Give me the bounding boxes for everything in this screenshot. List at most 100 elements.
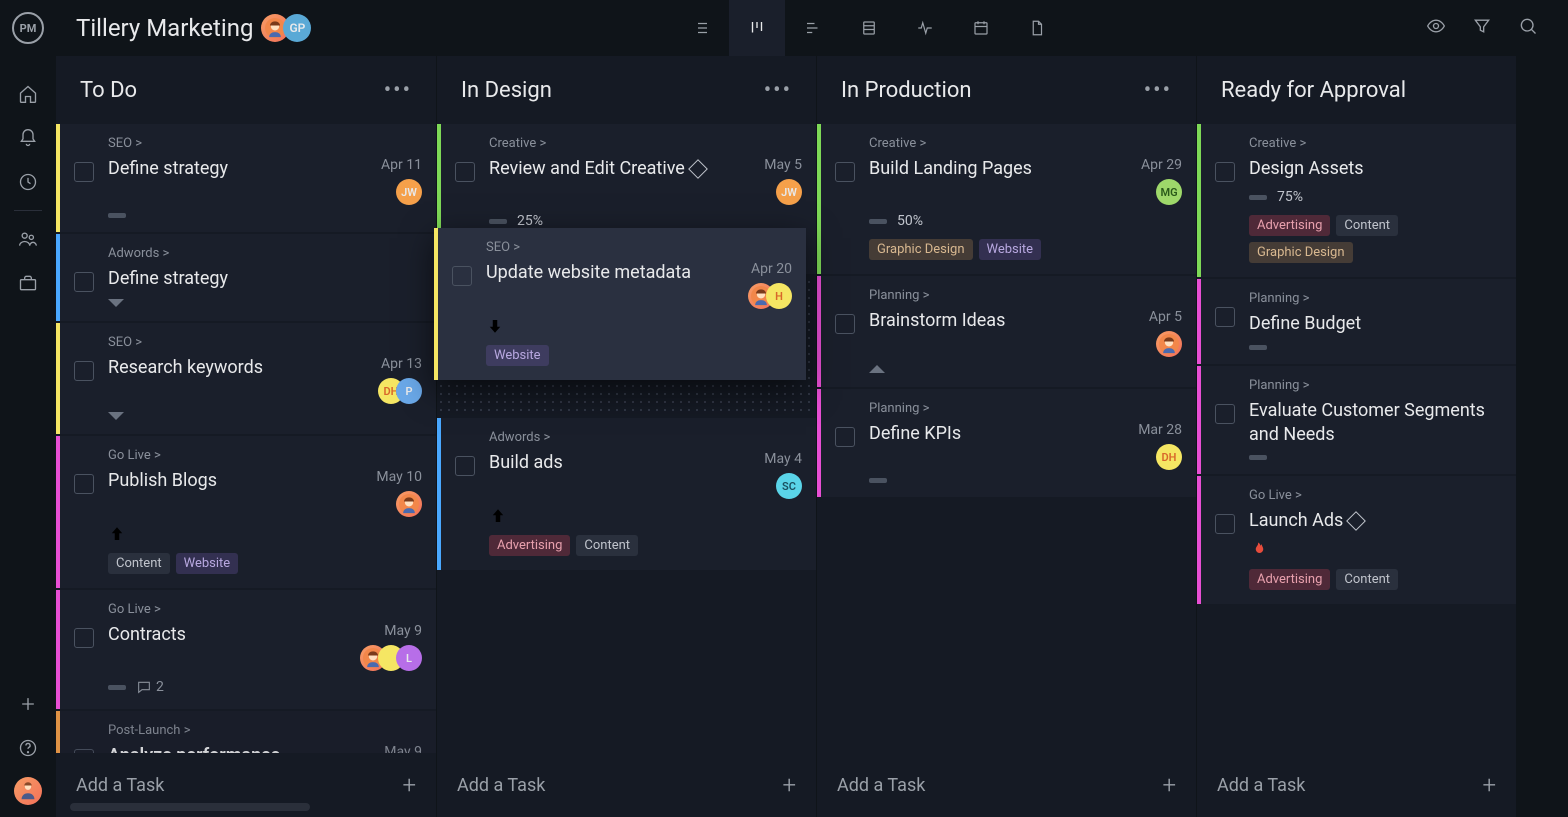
task-checkbox[interactable] xyxy=(74,361,94,381)
task-card[interactable]: SEO >Research keywordsApr 13DHP xyxy=(56,323,436,434)
task-assignees[interactable]: MG xyxy=(1156,179,1182,205)
briefcase-icon[interactable] xyxy=(0,261,56,305)
task-breadcrumb[interactable]: Go Live > xyxy=(108,448,422,463)
task-card[interactable]: Go Live >Launch AdsAdvertisingContent xyxy=(1197,476,1516,604)
view-files-icon[interactable] xyxy=(1009,0,1065,56)
tag-advertising[interactable]: Advertising xyxy=(1249,215,1330,236)
task-breadcrumb[interactable]: Adwords > xyxy=(489,430,802,445)
tag-website[interactable]: Website xyxy=(979,239,1042,260)
column-menu-icon[interactable]: ••• xyxy=(1144,78,1172,103)
task-checkbox[interactable] xyxy=(452,266,472,286)
task-assignees[interactable]: DH xyxy=(1156,444,1182,470)
add-task-button[interactable]: Add a Task+ xyxy=(817,753,1196,817)
task-breadcrumb[interactable]: Planning > xyxy=(869,288,1182,303)
task-card[interactable]: Planning >Evaluate Customer Segments and… xyxy=(1197,366,1516,475)
task-breadcrumb[interactable]: Go Live > xyxy=(1249,488,1502,503)
task-checkbox[interactable] xyxy=(74,272,94,292)
column-menu-icon[interactable]: ••• xyxy=(764,78,792,103)
task-assignees[interactable]: SC xyxy=(776,473,802,499)
view-sheet-icon[interactable] xyxy=(841,0,897,56)
task-checkbox[interactable] xyxy=(1215,162,1235,182)
current-user-avatar[interactable] xyxy=(14,777,42,805)
task-checkbox[interactable] xyxy=(74,474,94,494)
task-checkbox[interactable] xyxy=(1215,404,1235,424)
tag-graphic[interactable]: Graphic Design xyxy=(1249,242,1353,263)
add-task-button[interactable]: Add a Task+ xyxy=(1197,753,1516,817)
task-checkbox[interactable] xyxy=(1215,307,1235,327)
view-activity-icon[interactable] xyxy=(897,0,953,56)
filter-icon[interactable] xyxy=(1472,16,1492,40)
app-logo[interactable]: PM xyxy=(12,12,44,44)
task-breadcrumb[interactable]: Creative > xyxy=(489,136,802,151)
task-card[interactable]: Adwords >Build adsMay 4SCAdvertisingCont… xyxy=(437,418,816,570)
task-breadcrumb[interactable]: Creative > xyxy=(1249,136,1502,151)
task-assignees[interactable]: H xyxy=(748,283,792,309)
tag-website[interactable]: Website xyxy=(176,553,239,574)
add-task-button[interactable]: Add a Task+ xyxy=(437,753,816,817)
project-title[interactable]: Tillery Marketing xyxy=(76,14,253,42)
task-card[interactable]: SEO >Update website metadataApr 20HWebsi… xyxy=(434,228,806,380)
view-list-icon[interactable] xyxy=(673,0,729,56)
task-checkbox[interactable] xyxy=(835,314,855,334)
task-card[interactable]: Planning >Define KPIsMar 28DH xyxy=(817,389,1196,497)
task-breadcrumb[interactable]: SEO > xyxy=(486,240,792,255)
home-icon[interactable] xyxy=(0,72,56,116)
task-checkbox[interactable] xyxy=(835,427,855,447)
task-checkbox[interactable] xyxy=(74,749,94,753)
task-card[interactable]: SEO >Define strategyApr 11JW xyxy=(56,124,436,232)
view-calendar-icon[interactable] xyxy=(953,0,1009,56)
tag-advertising[interactable]: Advertising xyxy=(1249,569,1330,590)
task-breadcrumb[interactable]: Planning > xyxy=(869,401,1182,416)
task-assignees[interactable]: JW xyxy=(776,179,802,205)
task-assignees[interactable]: JW xyxy=(396,179,422,205)
task-checkbox[interactable] xyxy=(74,628,94,648)
task-date: May 9 xyxy=(384,744,422,753)
horizontal-scrollbar[interactable] xyxy=(70,803,310,811)
project-members[interactable]: GP xyxy=(267,14,311,42)
team-icon[interactable] xyxy=(0,217,56,261)
help-icon[interactable] xyxy=(0,733,56,763)
visibility-icon[interactable] xyxy=(1426,16,1446,40)
tag-advertising[interactable]: Advertising xyxy=(489,535,570,556)
task-card[interactable]: Creative >Design Assets75%AdvertisingCon… xyxy=(1197,124,1516,277)
task-card[interactable]: Planning >Brainstorm IdeasApr 5 xyxy=(817,276,1196,387)
tag-content[interactable]: Content xyxy=(1336,215,1398,236)
task-checkbox[interactable] xyxy=(1215,514,1235,534)
task-checkbox[interactable] xyxy=(835,162,855,182)
column-menu-icon[interactable]: ••• xyxy=(384,78,412,103)
task-card[interactable]: Planning >Define Budget xyxy=(1197,279,1516,363)
view-gantt-icon[interactable] xyxy=(785,0,841,56)
add-icon[interactable] xyxy=(0,689,56,719)
task-breadcrumb[interactable]: SEO > xyxy=(108,335,422,350)
tag-website[interactable]: Website xyxy=(486,345,549,366)
task-card[interactable]: Post-Launch >Analyze performanceMay 9 xyxy=(56,711,436,753)
task-checkbox[interactable] xyxy=(74,162,94,182)
task-breadcrumb[interactable]: Planning > xyxy=(1249,291,1502,306)
task-breadcrumb[interactable]: Planning > xyxy=(1249,378,1502,393)
task-breadcrumb[interactable]: Go Live > xyxy=(108,602,422,617)
tag-content[interactable]: Content xyxy=(108,553,170,574)
tag-graphic[interactable]: Graphic Design xyxy=(869,239,973,260)
recent-icon[interactable] xyxy=(0,160,56,204)
view-board-icon[interactable] xyxy=(729,0,785,56)
task-breadcrumb[interactable]: Post-Launch > xyxy=(108,723,422,738)
search-icon[interactable] xyxy=(1518,16,1538,40)
task-assignees[interactable]: DHP xyxy=(378,378,422,404)
task-tags: Content Website xyxy=(108,553,422,574)
task-checkbox[interactable] xyxy=(455,456,475,476)
task-breadcrumb[interactable]: Adwords > xyxy=(108,246,422,261)
tag-content[interactable]: Content xyxy=(576,535,638,556)
comment-count[interactable]: 2 xyxy=(136,679,164,695)
task-card[interactable]: Go Live >Publish BlogsMay 10ContentWebsi… xyxy=(56,436,436,588)
task-card[interactable]: Go Live >ContractsMay 9L2 xyxy=(56,590,436,709)
task-assignees[interactable] xyxy=(396,491,422,517)
task-card[interactable]: Adwords >Define strategy xyxy=(56,234,436,321)
task-checkbox[interactable] xyxy=(455,162,475,182)
task-card[interactable]: Creative >Build Landing PagesApr 29MG50%… xyxy=(817,124,1196,274)
task-assignees[interactable]: L xyxy=(360,645,422,671)
task-breadcrumb[interactable]: SEO > xyxy=(108,136,422,151)
task-assignees[interactable] xyxy=(1156,331,1182,357)
tag-content[interactable]: Content xyxy=(1336,569,1398,590)
notifications-icon[interactable] xyxy=(0,116,56,160)
task-breadcrumb[interactable]: Creative > xyxy=(869,136,1182,151)
